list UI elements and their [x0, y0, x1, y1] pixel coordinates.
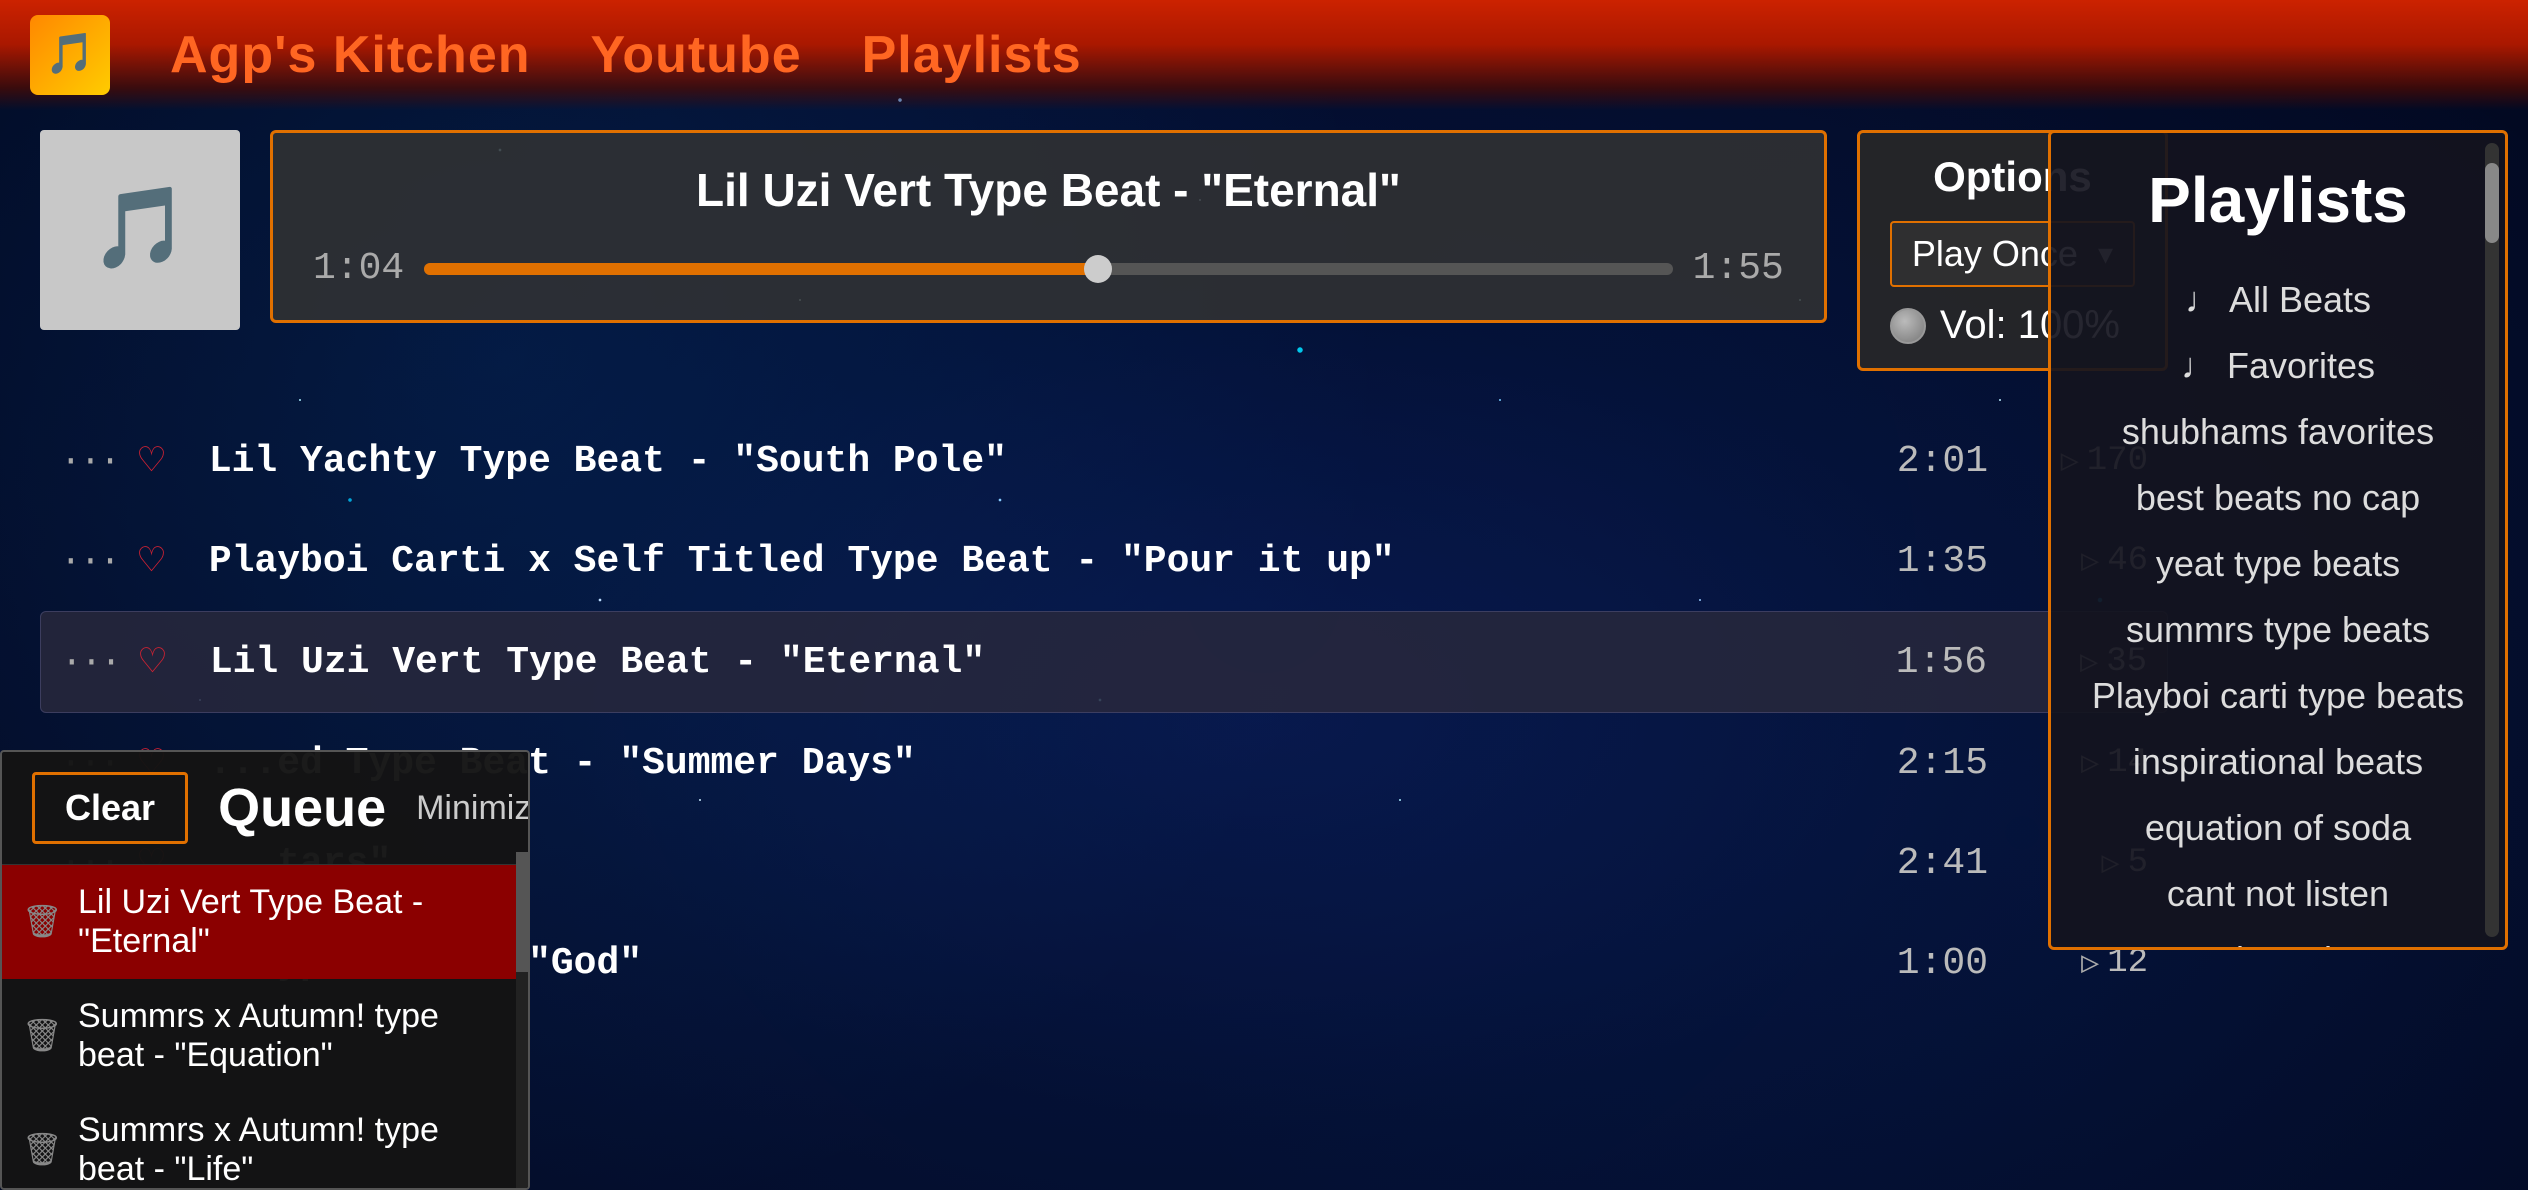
- queue-track-title: Summrs x Autumn! type beat - "Equation": [78, 997, 508, 1075]
- playlist-item-best-beats-no-cap[interactable]: best beats no cap: [2071, 465, 2485, 531]
- track-row[interactable]: ··· ♡ Lil Yachty Type Beat - "South Pole…: [40, 411, 2168, 511]
- queue-item[interactable]: 🗑 Summrs x Autumn! type beat - "Life": [2, 1093, 528, 1190]
- nav-item-playlists[interactable]: Playlists: [862, 25, 1082, 85]
- playlist-item-playboi-carti-type-beats[interactable]: Playboi carti type beats: [2071, 663, 2485, 729]
- clear-button[interactable]: Clear: [32, 772, 188, 844]
- progress-fill: [424, 263, 1098, 275]
- queue-scrollbar[interactable]: [516, 852, 528, 1188]
- queue-track-icon: 🗑: [22, 1130, 62, 1170]
- playlist-item-equation-of-soda[interactable]: equation of soda: [2071, 795, 2485, 861]
- playlists-panel: Playlists ♩ All Beats ♩ Favorites shubha…: [2028, 110, 2528, 1190]
- playlists-title: Playlists: [2071, 163, 2485, 237]
- playlist-item-inspirational-beats[interactable]: inspirational beats: [2071, 729, 2485, 795]
- queue-header: Clear Queue Minimize ⏸: [2, 752, 528, 865]
- minimize-button[interactable]: Minimize: [416, 789, 530, 828]
- track-row-active[interactable]: ··· ♡ Lil Uzi Vert Type Beat - "Eternal"…: [40, 611, 2168, 713]
- navigation: Agp's Kitchen Youtube Playlists: [0, 0, 2528, 110]
- album-art: 🎵: [40, 130, 240, 330]
- track-duration: 1:35: [1888, 540, 1988, 583]
- now-playing-title: Lil Uzi Vert Type Beat - "Eternal": [313, 163, 1784, 217]
- queue-track-icon: 🗑: [22, 902, 62, 942]
- queue-track-title: Summrs x Autumn! type beat - "Life": [78, 1111, 508, 1189]
- player-box: Lil Uzi Vert Type Beat - "Eternal" 1:04 …: [270, 130, 1827, 323]
- end-time: 1:55: [1693, 247, 1784, 290]
- playlist-item-cant-not-listen[interactable]: cant not listen: [2071, 861, 2485, 927]
- heart-icon[interactable]: ♡: [140, 636, 190, 688]
- player-area: 🎵 Lil Uzi Vert Type Beat - "Eternal" 1:0…: [40, 130, 2168, 371]
- player-center: Lil Uzi Vert Type Beat - "Eternal" 1:04 …: [270, 130, 1827, 323]
- progress-bar[interactable]: [424, 263, 1672, 275]
- track-duration: 1:56: [1887, 641, 1987, 684]
- current-time: 1:04: [313, 247, 404, 290]
- heart-icon[interactable]: ♡: [139, 435, 189, 487]
- queue-panel: Clear Queue Minimize ⏸ 🗑 Lil Uzi Vert Ty…: [0, 750, 530, 1190]
- track-duration: 2:41: [1888, 842, 1988, 885]
- app-logo[interactable]: [30, 15, 110, 95]
- playlists-box: Playlists ♩ All Beats ♩ Favorites shubha…: [2048, 130, 2508, 950]
- playlist-item-shubhams-favorites[interactable]: shubhams favorites: [2071, 399, 2485, 465]
- playlist-item-all-beats[interactable]: ♩ All Beats: [2071, 267, 2485, 333]
- queue-item-playing[interactable]: 🗑 Lil Uzi Vert Type Beat - "Eternal": [2, 865, 528, 979]
- track-menu-dots[interactable]: ···: [61, 642, 120, 683]
- heart-icon[interactable]: ♡: [139, 535, 189, 587]
- track-duration: 2:01: [1888, 440, 1988, 483]
- playlist-item-summrs-type-beats[interactable]: summrs type beats: [2071, 597, 2485, 663]
- track-duration: 2:15: [1888, 742, 1988, 785]
- progress-thumb: [1084, 255, 1112, 283]
- queue-title: Queue: [218, 777, 386, 839]
- music-note-icon: 🎵: [90, 181, 190, 280]
- queue-track-icon: 🗑: [22, 1016, 62, 1056]
- playlists-scrollbar-thumb: [2485, 163, 2499, 243]
- playlist-item-favorites[interactable]: ♩ Favorites: [2071, 333, 2485, 399]
- queue-scrollbar-thumb: [516, 852, 528, 972]
- track-menu-dots[interactable]: ···: [60, 441, 119, 482]
- queue-item[interactable]: 🗑 Summrs x Autumn! type beat - "Equation…: [2, 979, 528, 1093]
- track-title: Playboi Carti x Self Titled Type Beat - …: [209, 540, 1868, 583]
- playlist-item-pluggnb[interactable]: Pluggnb: [2071, 927, 2485, 950]
- nav-item-agps-kitchen[interactable]: Agp's Kitchen: [170, 25, 531, 85]
- track-menu-dots[interactable]: ···: [60, 541, 119, 582]
- track-title: Lil Yachty Type Beat - "South Pole": [209, 440, 1868, 483]
- volume-knob[interactable]: [1890, 308, 1926, 344]
- playlists-scrollbar[interactable]: [2485, 143, 2499, 937]
- queue-list: 🗑 Lil Uzi Vert Type Beat - "Eternal" 🗑 S…: [2, 865, 528, 1190]
- queue-track-title: Lil Uzi Vert Type Beat - "Eternal": [78, 883, 508, 961]
- track-duration: 1:00: [1888, 942, 1988, 985]
- playlist-item-yeat-type-beats[interactable]: yeat type beats: [2071, 531, 2485, 597]
- player-controls: 1:04 1:55: [313, 247, 1784, 290]
- nav-item-youtube[interactable]: Youtube: [591, 25, 802, 85]
- track-row[interactable]: ··· ♡ Playboi Carti x Self Titled Type B…: [40, 511, 2168, 611]
- track-title: Lil Uzi Vert Type Beat - "Eternal": [210, 641, 1867, 684]
